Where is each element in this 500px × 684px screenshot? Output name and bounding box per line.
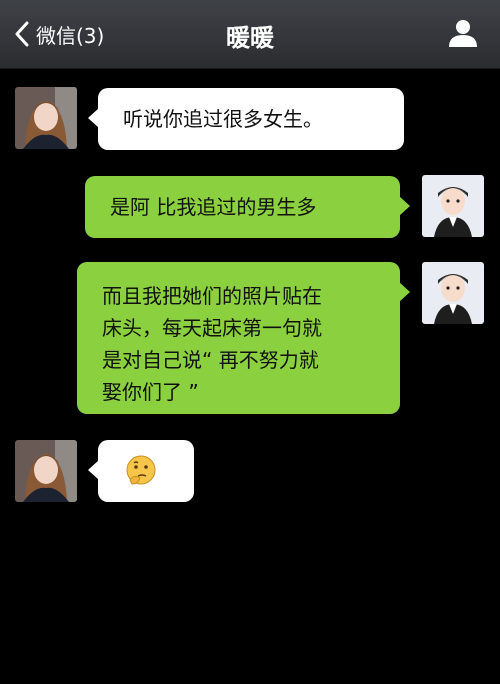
message-text: 听说你追过很多女生。 <box>123 107 323 131</box>
message-text: 是阿 比我追过的男生多 <box>110 195 317 219</box>
message-bubble[interactable] <box>88 440 194 502</box>
message-line: 床头，每天起床第一句就 <box>102 316 322 340</box>
person-icon <box>449 20 477 47</box>
message-bubble[interactable]: 听说你追过很多女生。 <box>88 88 404 150</box>
contact-avatar[interactable] <box>15 440 77 502</box>
message-bubble[interactable]: 而且我把她们的照片贴在 床头，每天起床第一句就 是对自己说“ 再不努力就 娶你们… <box>77 262 410 414</box>
profile-button[interactable] <box>448 18 478 52</box>
message-line: 是对自己说“ 再不努力就 <box>102 348 319 372</box>
message-bubble[interactable]: 是阿 比我追过的男生多 <box>85 176 410 238</box>
my-avatar[interactable] <box>422 262 484 324</box>
message-line: 娶你们了 ” <box>102 380 199 404</box>
nav-bar: 微信(3) 暖暖 <box>0 0 500 69</box>
thinking-face-icon <box>126 455 156 485</box>
my-avatar[interactable] <box>422 175 484 237</box>
chat-title: 暖暖 <box>226 24 274 52</box>
contact-avatar[interactable] <box>15 87 77 149</box>
message-line: 而且我把她们的照片贴在 <box>102 284 322 308</box>
